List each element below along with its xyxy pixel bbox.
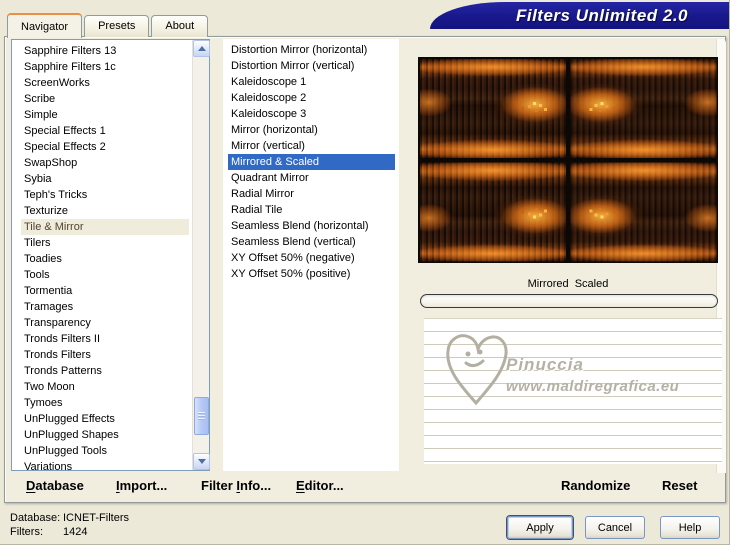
editor-button[interactable]: Editor... [296,478,344,493]
randomize-button[interactable]: Randomize [561,478,630,493]
category-item-sapphire-filters-13[interactable]: Sapphire Filters 13 [21,43,189,59]
filter-item-xy-offset-50-positive[interactable]: XY Offset 50% (positive) [228,266,395,282]
database-value: ICNET-Filters [63,512,129,524]
scroll-down-icon[interactable] [193,453,210,470]
category-item-screenworks[interactable]: ScreenWorks [21,75,189,91]
category-item-tormentia[interactable]: Tormentia [21,283,189,299]
reset-button[interactable]: Reset [662,478,697,493]
cancel-button[interactable]: Cancel [585,516,645,539]
heart-smiley-icon [446,334,508,406]
filter-list[interactable]: Distortion Mirror (horizontal) Distortion… [223,39,399,471]
filter-item-kaleidoscope-1[interactable]: Kaleidoscope 1 [228,74,395,90]
category-item-tronds-filters[interactable]: Tronds Filters [21,347,189,363]
category-scrollbar[interactable] [192,40,210,470]
tab-presets[interactable]: Presets [84,15,150,37]
preview-tile [570,59,716,158]
filter-item-kaleidoscope-3[interactable]: Kaleidoscope 3 [228,106,395,122]
category-item-texturize[interactable]: Texturize [21,203,189,219]
preview-image [418,57,718,263]
preview-tile [570,162,716,261]
category-item-sapphire-filters-1c[interactable]: Sapphire Filters 1c [21,59,189,75]
apply-button[interactable]: Apply [507,516,573,539]
filter-item-radial-tile[interactable]: Radial Tile [228,202,395,218]
filter-item-distortion-mirror-vertical[interactable]: Distortion Mirror (vertical) [228,58,395,74]
help-button[interactable]: Help [660,516,720,539]
navigator-panel: Sapphire Filters 13 Sapphire Filters 1c Sc… [4,36,726,503]
category-item-transparency[interactable]: Transparency [21,315,189,331]
category-item-sybia[interactable]: Sybia [21,171,189,187]
database-label: Database: [10,512,61,524]
title-banner: Filters Unlimited 2.0 [430,2,729,29]
category-item-tramages[interactable]: Tramages [21,299,189,315]
command-row: Database Import... Filter Info... Editor… [5,474,725,502]
filter-item-kaleidoscope-2[interactable]: Kaleidoscope 2 [228,90,395,106]
category-item-unplugged-shapes[interactable]: UnPlugged Shapes [21,427,189,443]
category-item-variations[interactable]: Variations [21,459,189,470]
category-item-tilers[interactable]: Tilers [21,235,189,251]
category-item-tile-mirror[interactable]: Tile & Mirror [21,219,189,235]
tab-about[interactable]: About [151,15,209,37]
category-item-toadies[interactable]: Toadies [21,251,189,267]
filter-item-xy-offset-50-negative[interactable]: XY Offset 50% (negative) [228,250,395,266]
filter-item-mirror-vertical[interactable]: Mirror (vertical) [228,138,395,154]
category-item-scribe[interactable]: Scribe [21,91,189,107]
scrollbar-thumb[interactable] [194,397,209,435]
watermark-name: Pinuccia [506,355,584,374]
category-item-tools[interactable]: Tools [21,267,189,283]
filter-item-mirror-horizontal[interactable]: Mirror (horizontal) [228,122,395,138]
database-button[interactable]: Database [26,478,84,493]
category-item-unplugged-tools[interactable]: UnPlugged Tools [21,443,189,459]
category-item-special-effects-2[interactable]: Special Effects 2 [21,139,189,155]
filter-item-distortion-mirror-horizontal[interactable]: Distortion Mirror (horizontal) [228,42,395,58]
category-item-two-moon[interactable]: Two Moon [21,379,189,395]
filter-item-quadrant-mirror[interactable]: Quadrant Mirror [228,170,395,186]
category-item-teph-s-tricks[interactable]: Teph's Tricks [21,187,189,203]
filter-item-mirrored-scaled[interactable]: Mirrored & Scaled [228,154,395,170]
filter-info-button[interactable]: Filter Info... [201,478,271,493]
watermark: Pinuccia www.maldiregrafica.eu [440,327,700,447]
category-list[interactable]: Sapphire Filters 13 Sapphire Filters 1c Sc… [11,39,210,471]
category-item-tymoes[interactable]: Tymoes [21,395,189,411]
watermark-url: www.maldiregrafica.eu [506,378,680,395]
tab-navigator[interactable]: Navigator [7,13,83,38]
category-item-tronds-filters-ii[interactable]: Tronds Filters II [21,331,189,347]
category-item-unplugged-effects[interactable]: UnPlugged Effects [21,411,189,427]
preview-tile [420,162,566,261]
category-item-simple[interactable]: Simple [21,107,189,123]
window-title: Filters Unlimited 2.0 [515,5,689,25]
tab-bar: Navigator Presets About [7,13,209,38]
parameter-list-area: Pinuccia www.maldiregrafica.eu [424,318,722,464]
category-item-swapshop[interactable]: SwapShop [21,155,189,171]
filters-count-label: Filters: [10,526,43,538]
category-item-special-effects-1[interactable]: Special Effects 1 [21,123,189,139]
scroll-up-icon[interactable] [193,40,210,57]
filters-unlimited-window: Filters Unlimited 2.0 Navigator Presets Ab… [0,0,730,545]
filter-item-seamless-blend-horizontal[interactable]: Seamless Blend (horizontal) [228,218,395,234]
filter-item-radial-mirror[interactable]: Radial Mirror [228,186,395,202]
filter-item-seamless-blend-vertical[interactable]: Seamless Blend (vertical) [228,234,395,250]
filters-count-value: 1424 [63,526,88,538]
import-button[interactable]: Import... [116,478,167,493]
parameter-slider[interactable] [420,294,718,308]
filter-caption: Mirrored Scaled [527,278,609,290]
category-item-tronds-patterns[interactable]: Tronds Patterns [21,363,189,379]
preview-tile [420,59,566,158]
